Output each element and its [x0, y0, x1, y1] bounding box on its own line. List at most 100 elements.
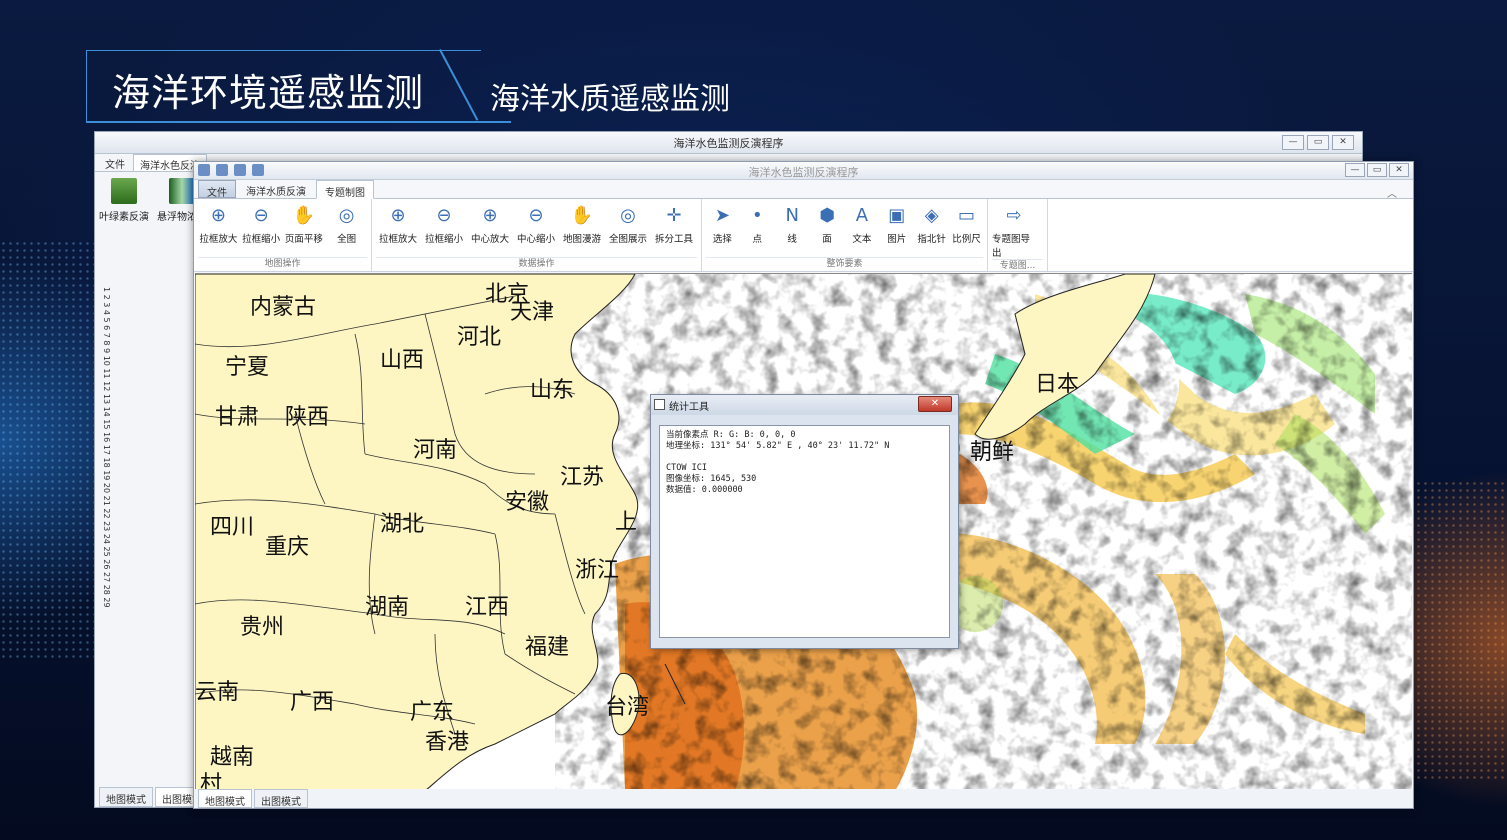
info-line: 当前像素点 R: G: B: 0, 0, 0	[666, 430, 796, 440]
close-button[interactable]: ✕	[1332, 135, 1354, 150]
ribbon-button[interactable]: ⊖ 拉框缩小	[241, 201, 282, 257]
hand-icon: ✋	[570, 204, 594, 226]
restore-button[interactable]: ▭	[1367, 163, 1387, 177]
ribbon-button[interactable]: A 文本	[846, 201, 879, 257]
map-place-label: 上	[615, 510, 638, 535]
view-mode-tabs: 地图模式 出图模式	[194, 789, 1413, 808]
ribbon-button-label: 图片	[887, 234, 907, 245]
ribbon-button[interactable]: ⊕ 拉框放大	[198, 201, 239, 257]
map-place-label: 宁夏	[225, 355, 270, 380]
ribbon-button-label: 页面平移	[284, 234, 323, 245]
chevron-up-icon[interactable]: ︿	[1379, 182, 1405, 203]
map-place-label: 重庆	[265, 535, 310, 560]
ribbon-button[interactable]: ◎ 全图	[326, 201, 367, 257]
close-button[interactable]: ✕	[1389, 163, 1409, 177]
back-title-bar: 海洋水色监测反演程序 — ▭ ✕	[95, 132, 1362, 154]
map-place-label: 日本	[1035, 372, 1080, 397]
ribbon-button-label: 地图漫游	[562, 234, 601, 245]
ribbon-button-label: 文本	[852, 234, 872, 245]
ribbon-button[interactable]: ▭ 比例尺	[950, 201, 983, 257]
ribbon-group: ➤ 选择 • 点 N 线 ⬢ 面 A 文本 ▣ 图片 ◈ 指北针 ▭ 比例尺 整饰要素	[702, 199, 988, 271]
suspended-matter-icon	[169, 178, 195, 204]
ribbon-button[interactable]: N线	[776, 201, 809, 257]
map-place-label: 湖南	[365, 595, 410, 620]
map-canvas[interactable]: 内蒙古 北京 天津 河北 山西 宁夏 山东 甘肃 陕西 河南 江苏 安徽 四川 湖北上重庆 浙江 湖南 江西 贵州…	[195, 273, 1412, 790]
title-underline	[86, 121, 511, 123]
map-place-label: 河南	[413, 438, 458, 463]
export-icon: ⇨	[1006, 204, 1022, 226]
chlorophyll-button[interactable]: 叶绿素反演	[99, 178, 149, 240]
map-place-label: 广东	[410, 700, 455, 725]
map-place-label: 贵州	[240, 615, 285, 640]
ribbon-button-label: 全图展示	[608, 234, 647, 245]
globe-icon: ◎	[338, 204, 355, 226]
back-tab-file[interactable]: 文件	[99, 154, 131, 171]
map-place-label: 云南	[195, 680, 240, 705]
front-title-bar: 海洋水色监测反演程序 — ▭ ✕	[194, 162, 1413, 180]
ribbon-button-label: 线	[787, 234, 797, 245]
tab-water-quality[interactable]: 海洋水质反演	[238, 180, 314, 198]
slide-main-title: 海洋环境遥感监测	[112, 71, 425, 115]
ribbon-button[interactable]: ⊕ 中心放大	[468, 201, 512, 257]
map-place-label: 江西	[465, 595, 510, 620]
ribbon-button-label: 中心缩小	[516, 234, 555, 245]
ribbon-button-label: 拉框放大	[378, 234, 417, 245]
dialog-close-button[interactable]: ✕	[918, 396, 952, 412]
map-place-label: 安徽	[505, 490, 550, 515]
map-place-label: 河北	[457, 325, 502, 350]
ribbon-button-label: 面	[822, 234, 832, 245]
map-place-label: 江苏	[560, 465, 605, 490]
info-line	[666, 452, 943, 463]
ribbon-group: ⊕ 拉框放大 ⊖ 拉框缩小 ✋ 页面平移 ◎ 全图 地图操作	[194, 199, 372, 271]
restore-button[interactable]: ▭	[1307, 135, 1329, 150]
ribbon-button[interactable]: ✋ 地图漫游	[560, 201, 604, 257]
ribbon-group-label: 数据操作	[376, 257, 697, 271]
map-place-label: 四川	[210, 515, 255, 540]
ribbon-button[interactable]: ✋ 页面平移	[284, 201, 325, 257]
ribbon-button[interactable]: ⊖ 拉框缩小	[422, 201, 466, 257]
ribbon-group: ⇨ 专题图导出 专题图...	[988, 199, 1048, 271]
pan-icon: ✋	[292, 204, 316, 226]
map-place-label: 浙江	[575, 558, 620, 583]
text-icon: A	[855, 204, 869, 226]
ribbon-button[interactable]: ✛ 拆分工具	[652, 201, 696, 257]
ribbon-button[interactable]: ⇨ 专题图导出	[992, 201, 1036, 260]
ribbon-toolbar: ⊕ 拉框放大 ⊖ 拉框缩小 ✋ 页面平移 ◎ 全图 地图操作 ⊕ 拉框放大 ⊖ 拉框缩小 ⊕ 中心放大 ⊖ 中心…	[194, 199, 1413, 272]
statistics-dialog[interactable]: 统计工具 ✕ 当前像素点 R: G: B: 0, 0, 0 地理坐标: 131°…	[650, 394, 959, 649]
tab-thematic-mapping[interactable]: 专题制图	[316, 180, 374, 199]
ribbon-button[interactable]: ◎ 全图展示	[606, 201, 650, 257]
dialog-title-bar[interactable]: 统计工具 ✕	[651, 395, 958, 415]
globe-icon: ◎	[620, 204, 636, 226]
layout-mode-tab[interactable]: 出图模式	[254, 789, 308, 808]
slide-sub-title: 海洋水质遥感监测	[490, 82, 730, 117]
map-place-label: 山西	[380, 348, 425, 373]
ribbon-button[interactable]: ⊖ 中心缩小	[514, 201, 558, 257]
minimize-button[interactable]: —	[1345, 163, 1365, 177]
back-map-mode-tab[interactable]: 地图模式	[99, 787, 153, 807]
ribbon-group: ⊕ 拉框放大 ⊖ 拉框缩小 ⊕ 中心放大 ⊖ 中心缩小 ✋ 地图漫游 ◎ 全图展示 ✛ 拆分工具 数据操作	[372, 199, 702, 271]
map-mode-tab[interactable]: 地图模式	[198, 789, 252, 808]
ribbon-button-label: 全图	[337, 234, 357, 245]
ribbon-button-label: 拉框缩小	[242, 234, 281, 245]
ribbon-button[interactable]: ⊕ 拉框放大	[376, 201, 420, 257]
map-place-label: 村	[200, 772, 223, 790]
front-app-window: 海洋水色监测反演程序 — ▭ ✕ 文件 海洋水质反演 专题制图 ︿ ⊕ 拉框放大 ⊖…	[193, 161, 1414, 809]
ribbon-button[interactable]: ▣ 图片	[880, 201, 913, 257]
ribbon-button-label: 拉框放大	[199, 234, 238, 245]
map-place-label: 内蒙古	[250, 295, 317, 320]
ribbon-button[interactable]: ⬢ 面	[811, 201, 844, 257]
ribbon-group-label: 专题图...	[992, 259, 1043, 273]
ribbon-button-label: 比例尺	[952, 234, 981, 245]
info-line: 地理坐标: 131° 54' 5.82" E , 40° 23' 11.72" …	[666, 441, 890, 451]
dialog-info-text: 当前像素点 R: G: B: 0, 0, 0 地理坐标: 131° 54' 5.…	[659, 425, 950, 638]
minimize-button[interactable]: —	[1282, 135, 1304, 150]
map-place-label: 福建	[525, 635, 570, 660]
scale-bar-icon: ▭	[958, 204, 976, 226]
front-window-title: 海洋水色监测反演程序	[748, 166, 859, 179]
ribbon-button[interactable]: ➤ 选择	[706, 201, 739, 257]
map-place-label: 陕西	[285, 405, 330, 430]
tab-file[interactable]: 文件	[198, 180, 236, 199]
ribbon-button[interactable]: • 点	[741, 201, 774, 257]
ribbon-button[interactable]: ◈ 指北针	[915, 201, 948, 257]
image-icon: ▣	[888, 204, 906, 226]
